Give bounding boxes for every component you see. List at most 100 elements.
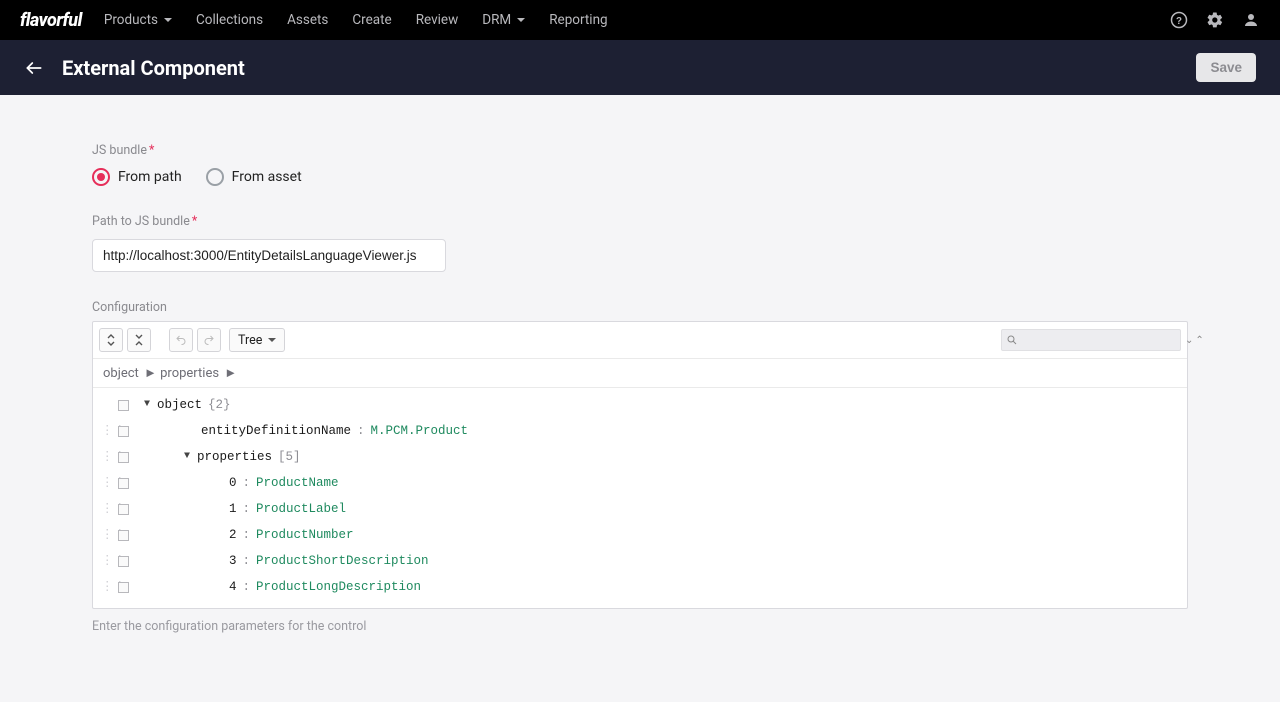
json-breadcrumb: object ► properties ► (93, 359, 1187, 388)
svg-text:?: ? (1176, 16, 1182, 27)
tree-row-root[interactable]: ▼ object {2} (93, 392, 1187, 418)
tree-value: ProductNumber (256, 522, 354, 548)
nav-items: Products Collections Assets Create Revie… (104, 12, 608, 28)
caret-expanded-icon[interactable]: ▼ (141, 392, 153, 418)
topnav-right: ? (1170, 11, 1260, 29)
configuration-label: Configuration (92, 300, 1188, 315)
mode-selector[interactable]: Tree (229, 328, 285, 352)
tree-row-item[interactable]: ⋮⋮ 4:ProductLongDescription (93, 574, 1187, 600)
tree-count: {2} (208, 392, 231, 418)
drag-handle-icon[interactable]: ⋮⋮ (101, 418, 115, 444)
brand-logo[interactable]: flavorful (20, 10, 82, 31)
json-search-input[interactable] (1018, 333, 1181, 347)
crumb-separator-icon: ► (144, 366, 157, 381)
tree-value: ProductLabel (256, 496, 346, 522)
required-marker: * (192, 214, 197, 229)
js-bundle-label: JS bundle* (92, 143, 1188, 158)
colon: : (243, 470, 251, 496)
row-action-icon[interactable] (115, 478, 131, 489)
tree-row-properties[interactable]: ⋮⋮ ▼ properties [5] (93, 444, 1187, 470)
json-tree: ▼ object {2} ⋮⋮ entityDefinitionName : M… (93, 388, 1187, 608)
undo-button[interactable] (169, 328, 193, 352)
json-editor: Tree ⌄ ⌃ object ► properties ► (92, 321, 1188, 609)
back-arrow-icon[interactable] (24, 58, 44, 78)
drag-handle-icon[interactable]: ⋮⋮ (101, 574, 115, 600)
gear-icon[interactable] (1206, 11, 1224, 29)
tree-index: 4 (229, 574, 237, 600)
tree-key: properties (197, 444, 272, 470)
row-action-icon[interactable] (115, 530, 131, 541)
required-marker: * (149, 143, 154, 158)
user-icon[interactable] (1242, 11, 1260, 29)
nav-products[interactable]: Products (104, 12, 172, 28)
tree-index: 2 (229, 522, 237, 548)
drag-handle-icon[interactable]: ⋮⋮ (101, 444, 115, 470)
tree-value: ProductShortDescription (256, 548, 429, 574)
field-configuration: Configuration Tree (92, 300, 1188, 634)
tree-row-item[interactable]: ⋮⋮1:ProductLabel (93, 496, 1187, 522)
tree-value: M.PCM.Product (371, 418, 469, 444)
colon: : (243, 496, 251, 522)
tree-row-item[interactable]: ⋮⋮3:ProductShortDescription (93, 548, 1187, 574)
save-button[interactable]: Save (1196, 53, 1256, 82)
json-search: ⌄ ⌃ (1001, 329, 1181, 351)
nav-create[interactable]: Create (352, 12, 391, 28)
drag-handle-icon[interactable]: ⋮⋮ (101, 548, 115, 574)
tree-key: entityDefinitionName (201, 418, 351, 444)
search-prev-icon[interactable]: ⌃ (1195, 335, 1203, 346)
mode-label: Tree (238, 333, 262, 348)
caret-expanded-icon[interactable]: ▼ (181, 444, 193, 470)
nav-drm[interactable]: DRM (482, 12, 525, 28)
colon: : (243, 574, 251, 600)
tree-key: object (157, 392, 202, 418)
drag-handle-icon[interactable]: ⋮⋮ (101, 522, 115, 548)
redo-button[interactable] (197, 328, 221, 352)
field-js-bundle: JS bundle* From path From asset (92, 143, 1188, 186)
tree-row-entity[interactable]: ⋮⋮ entityDefinitionName : M.PCM.Product (93, 418, 1187, 444)
row-action-icon[interactable] (115, 426, 131, 437)
path-label: Path to JS bundle* (92, 214, 1188, 229)
radio-from-path[interactable]: From path (92, 168, 182, 186)
collapse-all-button[interactable] (127, 328, 151, 352)
radio-from-path-label: From path (118, 169, 182, 185)
bundle-radio-group: From path From asset (92, 168, 1188, 186)
row-action-icon[interactable] (115, 504, 131, 515)
drag-handle-icon[interactable]: ⋮⋮ (101, 470, 115, 496)
row-action-icon[interactable] (115, 452, 131, 463)
crumb-object[interactable]: object (103, 366, 139, 381)
tree-index: 0 (229, 470, 237, 496)
tree-value: ProductName (256, 470, 339, 496)
search-nav: ⌄ ⌃ (1185, 335, 1204, 346)
configuration-help: Enter the configuration parameters for t… (92, 619, 1188, 634)
colon: : (357, 418, 365, 444)
crumb-properties[interactable]: properties (160, 366, 219, 381)
row-action-icon[interactable] (115, 400, 131, 411)
subheader: External Component Save (0, 40, 1280, 95)
help-icon[interactable]: ? (1170, 11, 1188, 29)
caret-down-icon (517, 18, 525, 22)
search-next-icon[interactable]: ⌄ (1185, 335, 1193, 346)
expand-all-button[interactable] (99, 328, 123, 352)
row-action-icon[interactable] (115, 582, 131, 593)
radio-from-asset-label: From asset (232, 169, 302, 185)
tree-row-item[interactable]: ⋮⋮ 2:ProductNumber (93, 522, 1187, 548)
row-action-icon[interactable] (115, 556, 131, 567)
caret-down-icon (164, 18, 172, 22)
tree-row-item[interactable]: ⋮⋮ 0:ProductName (93, 470, 1187, 496)
nav-reporting[interactable]: Reporting (549, 12, 607, 28)
colon: : (243, 548, 251, 574)
path-input[interactable] (92, 239, 446, 272)
radio-icon (92, 168, 110, 186)
page-title: External Component (62, 56, 245, 80)
tree-value: ProductLongDescription (256, 574, 421, 600)
top-navbar: flavorful Products Collections Assets Cr… (0, 0, 1280, 40)
nav-assets[interactable]: Assets (287, 12, 328, 28)
colon: : (243, 522, 251, 548)
radio-icon (206, 168, 224, 186)
nav-review[interactable]: Review (416, 12, 459, 28)
nav-drm-label: DRM (482, 12, 511, 28)
drag-handle-icon[interactable]: ⋮⋮ (101, 496, 115, 522)
nav-collections[interactable]: Collections (196, 12, 263, 28)
radio-from-asset[interactable]: From asset (206, 168, 302, 186)
crumb-separator-icon: ► (224, 366, 237, 381)
